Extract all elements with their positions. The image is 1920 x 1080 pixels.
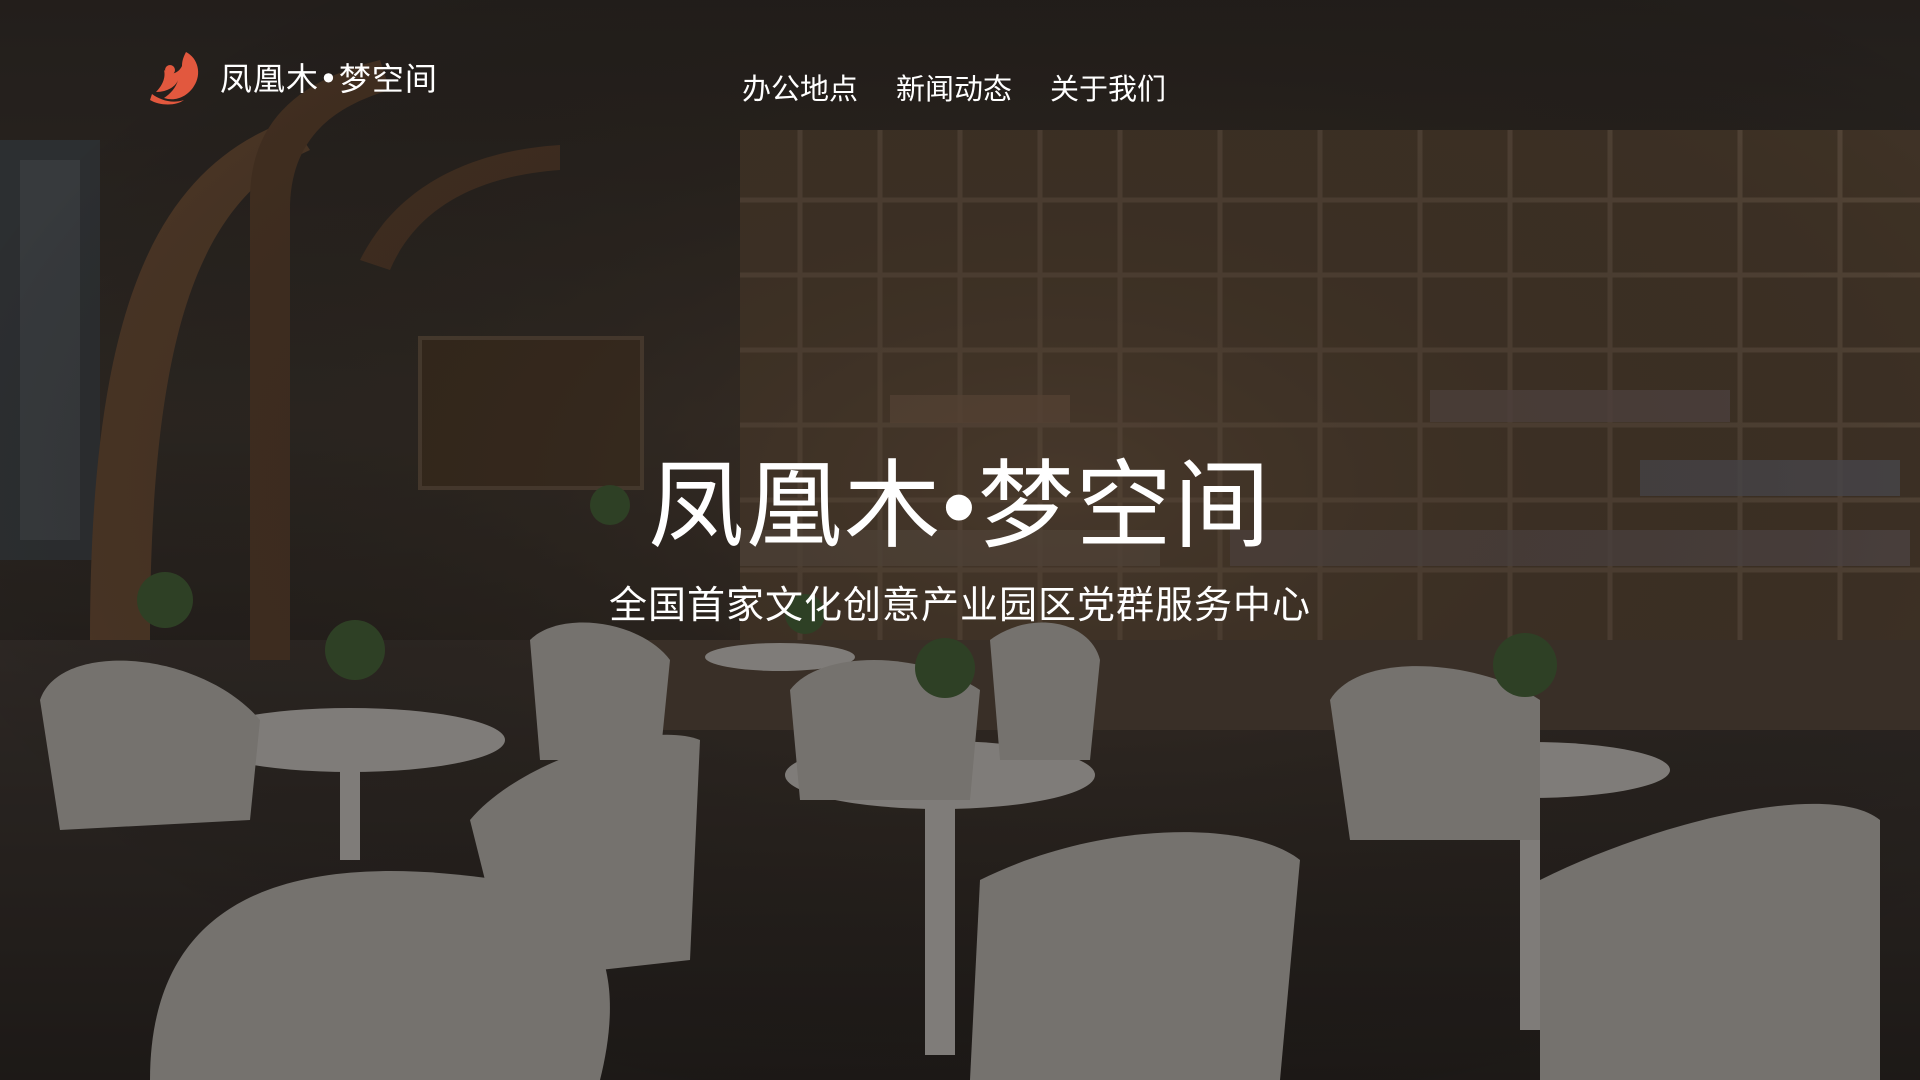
site-header: 凤凰木•梦空间 办公地点 新闻动态 关于我们	[0, 0, 1920, 170]
nav-item-about-us[interactable]: 关于我们	[1050, 66, 1166, 108]
main-nav: 办公地点 新闻动态 关于我们	[742, 66, 1204, 108]
brand-name: 凤凰木•梦空间	[220, 60, 438, 98]
brand-logo[interactable]: 凤凰木•梦空间	[146, 48, 438, 106]
hero-section: 凤凰木•梦空间 办公地点 新闻动态 关于我们 凤凰木•梦空间 全国首家文化创意产…	[0, 0, 1920, 1080]
hero-subtitle: 全国首家文化创意产业园区党群服务中心	[608, 583, 1311, 627]
nav-item-office-locations[interactable]: 办公地点	[742, 66, 858, 108]
hero-title: 凤凰木•梦空间	[648, 450, 1272, 562]
nav-item-news[interactable]: 新闻动态	[896, 66, 1012, 108]
phoenix-flower-logo-icon	[150, 52, 199, 105]
